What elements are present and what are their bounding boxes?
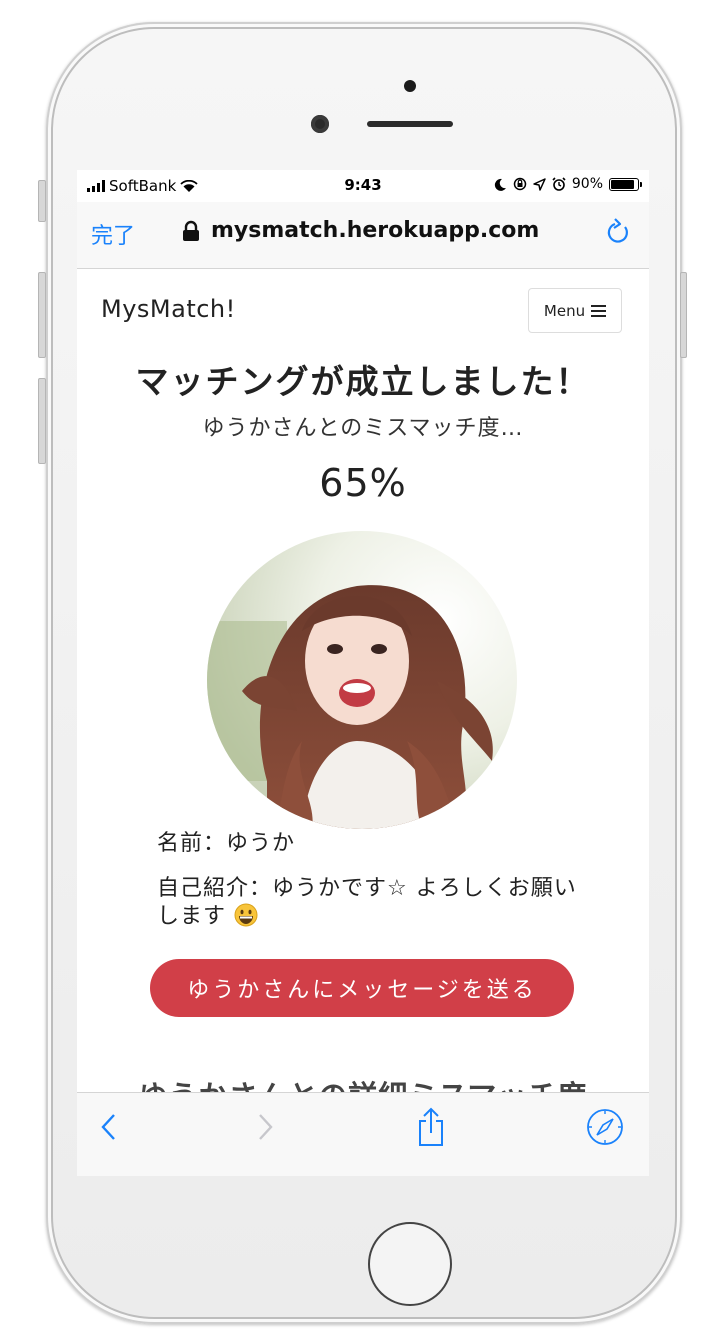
done-button[interactable]: 完了 [91, 218, 135, 250]
safari-button[interactable] [585, 1107, 625, 1147]
power-button[interactable] [680, 272, 687, 358]
location-icon [533, 177, 546, 191]
url-text: mysmatch.herokuapp.com [211, 218, 540, 243]
browser-url-bar: 完了 mysmatch.herokuapp.com [77, 202, 649, 269]
share-button[interactable] [411, 1107, 451, 1147]
match-headline: マッチングが成立しました！ [135, 362, 591, 401]
menu-button[interactable]: Menu [528, 288, 622, 333]
grinning-face-icon [234, 903, 258, 927]
status-right-group: 90% [494, 176, 642, 192]
moon-icon [494, 178, 506, 191]
chevron-left-icon [101, 1114, 115, 1140]
earpiece-speaker [367, 121, 453, 127]
profile-photo [207, 531, 517, 829]
forward-button[interactable] [245, 1107, 285, 1147]
volume-down-button[interactable] [38, 378, 46, 464]
profile-intro-text: 自己紹介：ゆうかです☆ よろしくお願いします [157, 876, 577, 929]
phone-screen: SoftBank 9:43 90% 完了 mysmatch.herokuapp.… [77, 170, 649, 1176]
compass-icon [587, 1109, 623, 1145]
browser-toolbar [77, 1092, 649, 1176]
mismatch-percent: 65% [319, 461, 407, 505]
battery-percent: 90% [571, 176, 603, 192]
battery-icon [609, 177, 642, 191]
chevron-right-icon [259, 1114, 273, 1140]
mismatch-subline: ゆうかさんとのミスマッチ度… [202, 416, 524, 441]
status-bar: SoftBank 9:43 90% [77, 170, 649, 202]
profile-intro: 自己紹介：ゆうかです☆ よろしくお願いします [157, 875, 577, 931]
menu-label: Menu [543, 301, 586, 320]
send-message-button[interactable]: ゆうかさんにメッセージを送る [150, 959, 574, 1017]
brand-logo[interactable]: MysMatch! [101, 295, 236, 323]
lock-icon [183, 220, 199, 241]
mute-switch[interactable] [38, 180, 46, 222]
share-icon [419, 1107, 443, 1146]
alarm-icon [552, 177, 566, 191]
front-camera [311, 115, 329, 133]
home-button[interactable] [368, 1222, 452, 1306]
proximity-sensor [404, 80, 416, 92]
reload-icon[interactable] [605, 216, 633, 248]
rotation-lock-icon [513, 177, 527, 191]
web-page: MysMatch! Menu マッチングが成立しました！ ゆうかさんとのミスマッ… [77, 269, 649, 1113]
url-display[interactable]: mysmatch.herokuapp.com [181, 218, 539, 243]
profile-name: 名前：ゆうか [157, 831, 296, 856]
volume-up-button[interactable] [38, 272, 46, 358]
back-button[interactable] [89, 1107, 129, 1147]
hamburger-icon [591, 304, 607, 317]
